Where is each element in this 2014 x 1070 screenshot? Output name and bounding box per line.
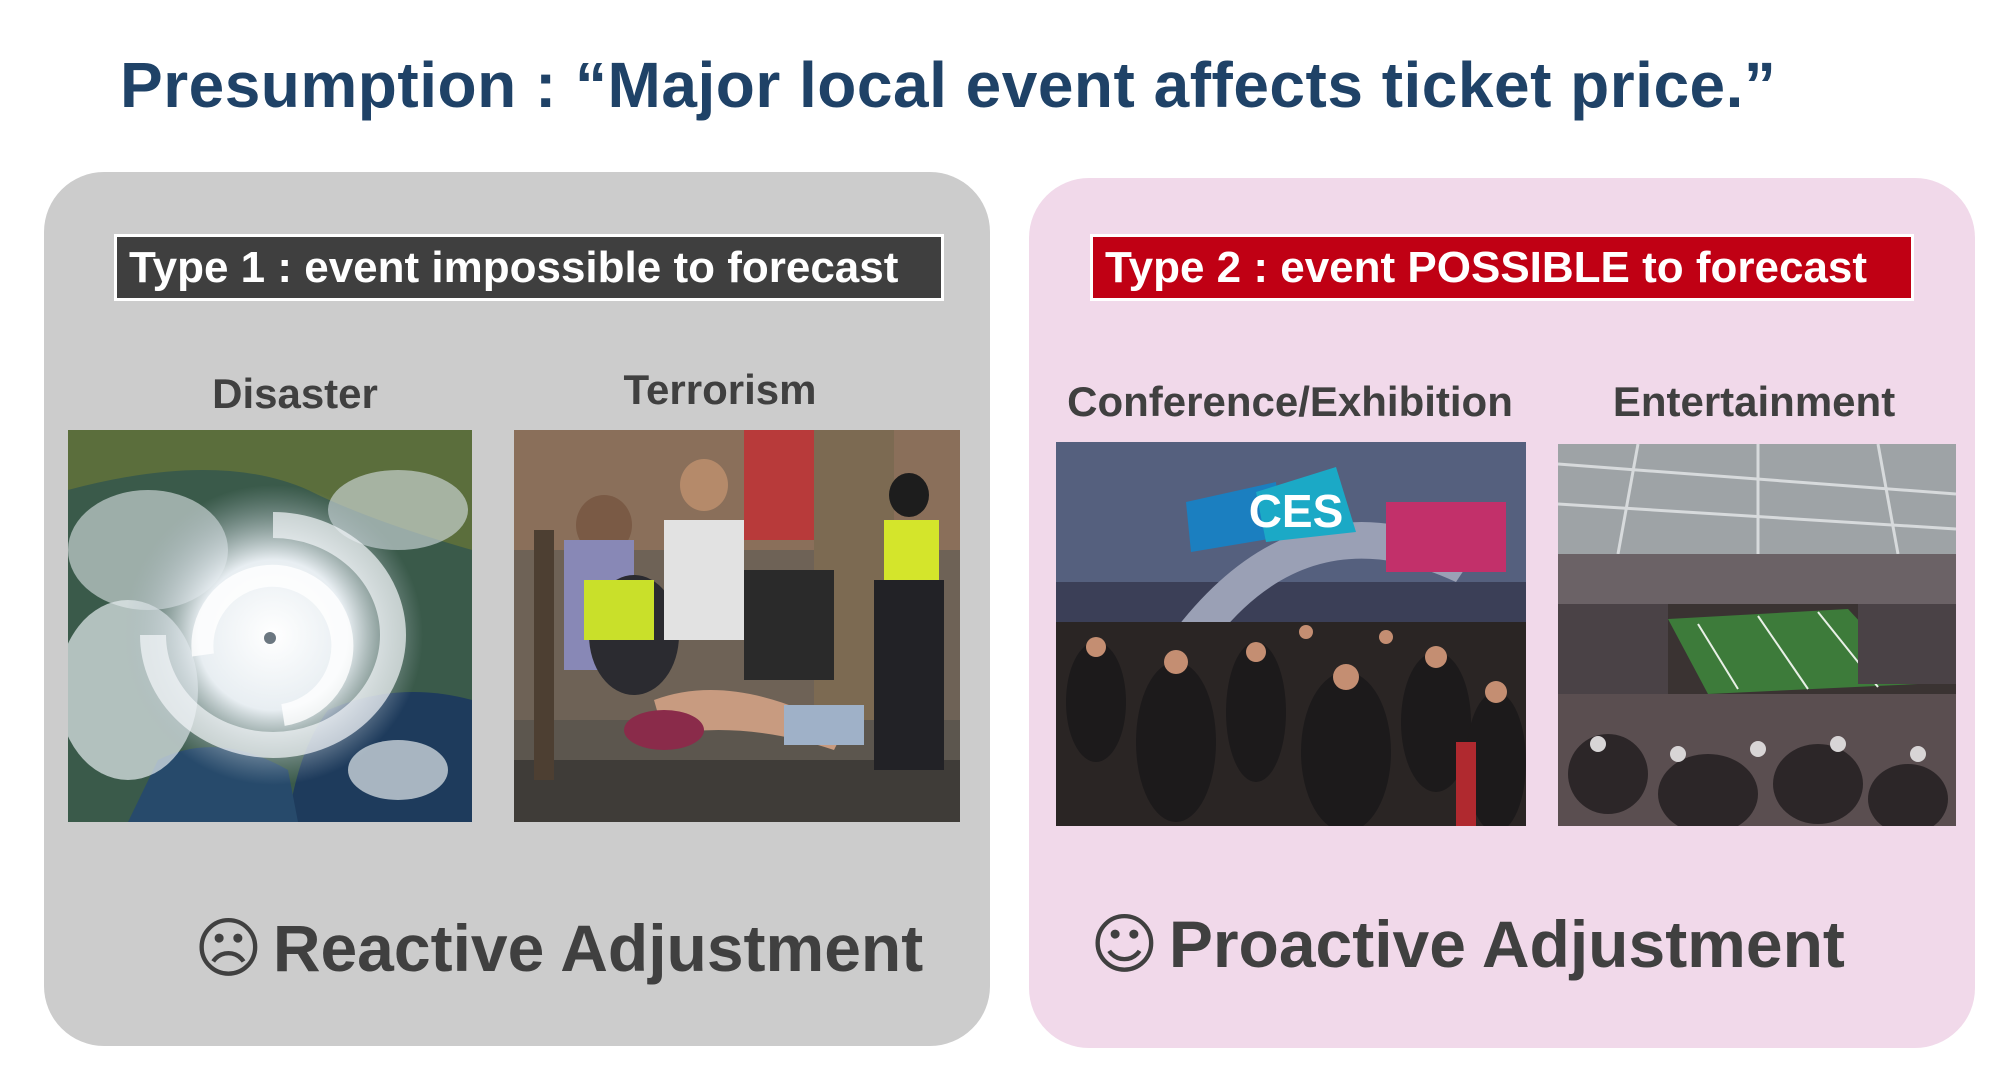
hurricane-image: [68, 430, 472, 822]
frown-face-icon: ☹: [194, 910, 263, 987]
ces-exhibition-image: CES: [1056, 442, 1526, 826]
entertainment-label: Entertainment: [1612, 378, 1896, 425]
page-title: Presumption : “Major local event affects…: [120, 49, 1777, 121]
reactive-adjustment-label: Reactive Adjustment: [272, 911, 924, 985]
type1-label: Type 1 : event impossible to forecast: [114, 234, 944, 301]
proactive-adjustment-label: Proactive Adjustment: [1168, 907, 1845, 981]
stadium-image: [1558, 444, 1956, 826]
reactive-adjustment-text: ☹ Reactive Adjustment: [194, 910, 923, 987]
type2-label: Type 2 : event POSSIBLE to forecast: [1090, 234, 1914, 301]
disaster-label: Disaster: [212, 370, 378, 417]
conference-exhibition-label: Conference/Exhibition: [1067, 378, 1513, 425]
terrorism-label: Terrorism: [623, 366, 817, 413]
terrorism-image: [514, 430, 960, 822]
proactive-adjustment-text: ☺ Proactive Adjustment: [1090, 906, 1845, 983]
ces-sign: CES: [1249, 485, 1344, 537]
smile-face-icon: ☺: [1090, 906, 1159, 983]
